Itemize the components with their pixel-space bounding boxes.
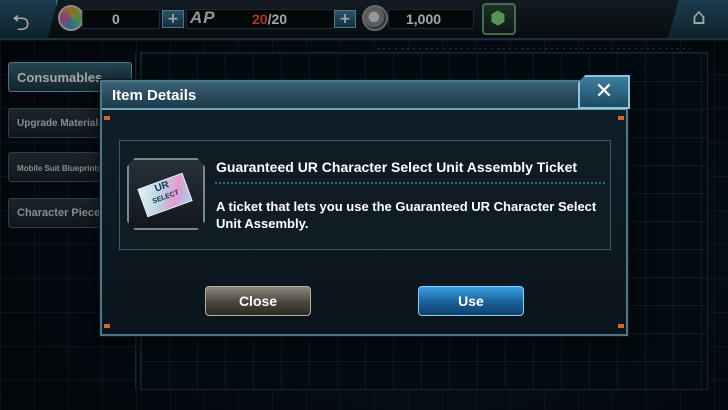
item-thumbnail: UR SELECT bbox=[127, 158, 205, 230]
item-details-modal: Item Details ✕ UR SELECT Guaranteed UR C… bbox=[100, 75, 630, 336]
item-name: Guaranteed UR Character Select Unit Asse… bbox=[216, 159, 578, 175]
modal-header: Item Details bbox=[102, 82, 626, 110]
close-button[interactable]: Close bbox=[205, 286, 311, 316]
corner-mark bbox=[618, 116, 624, 120]
corner-mark bbox=[104, 324, 110, 328]
item-divider bbox=[214, 182, 606, 184]
ticket-icon: UR SELECT bbox=[137, 172, 193, 218]
item-description: A ticket that lets you use the Guarantee… bbox=[216, 199, 597, 231]
modal-title: Item Details bbox=[112, 87, 197, 104]
use-button[interactable]: Use bbox=[418, 286, 524, 316]
corner-mark bbox=[618, 324, 624, 328]
close-modal-button[interactable]: ✕ bbox=[578, 75, 630, 109]
close-icon: ✕ bbox=[594, 79, 614, 104]
corner-mark bbox=[104, 116, 110, 120]
item-info-box: UR SELECT Guaranteed UR Character Select… bbox=[119, 140, 611, 250]
